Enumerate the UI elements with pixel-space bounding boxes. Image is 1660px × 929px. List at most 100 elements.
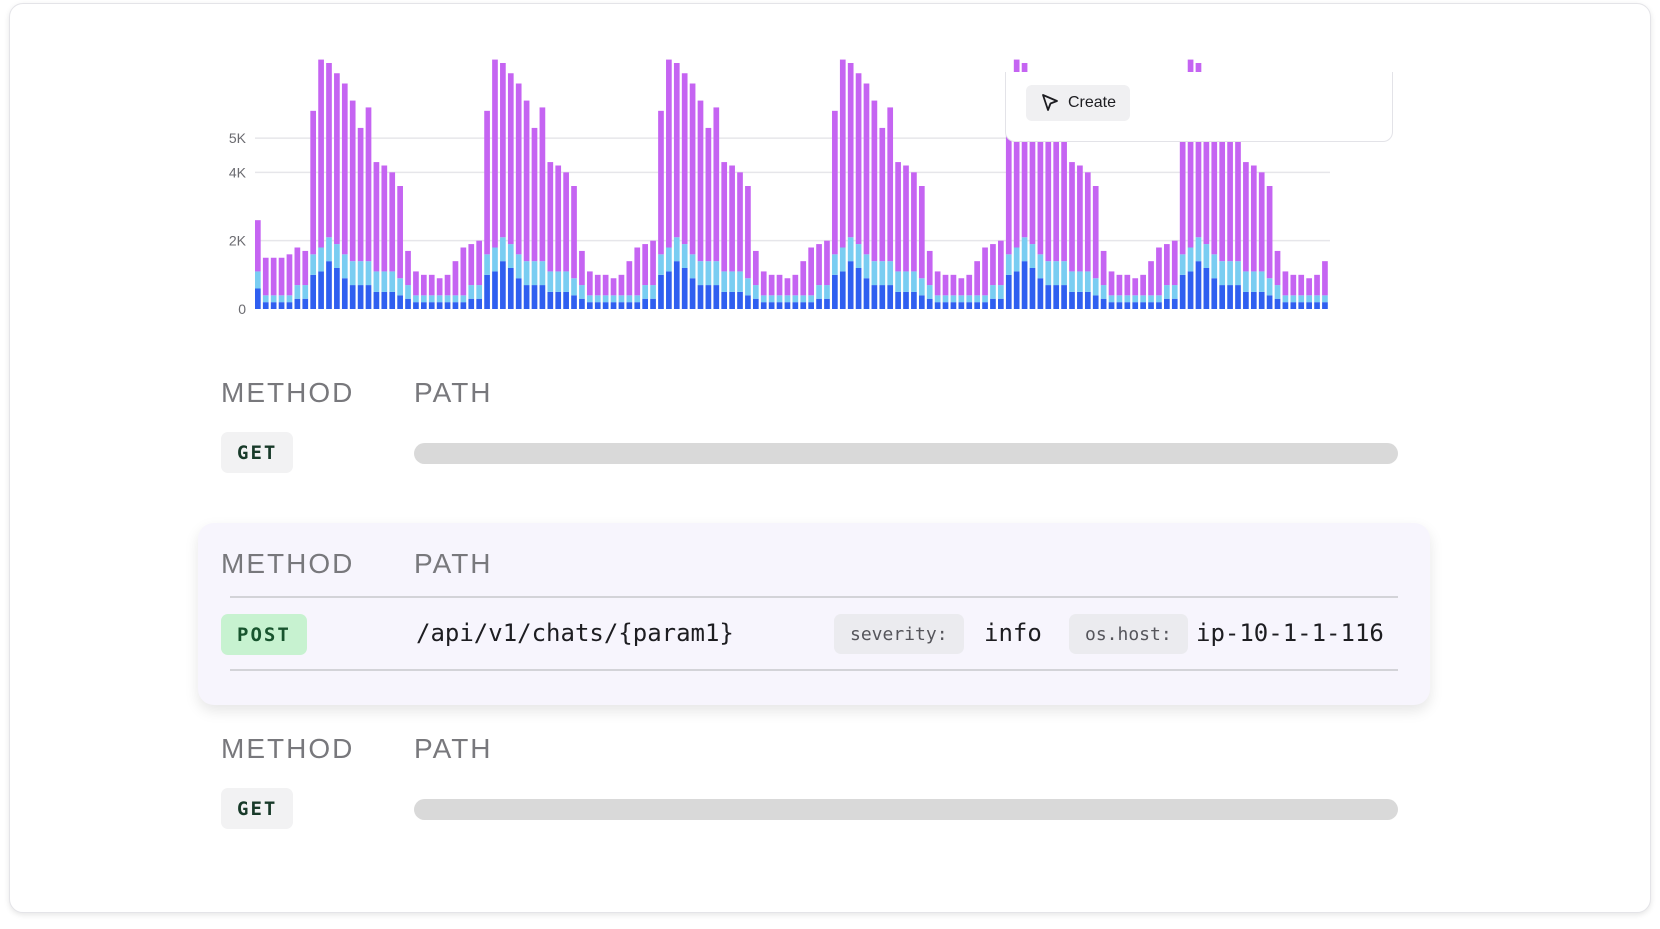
bar-segment (341, 254, 348, 279)
bar-segment (721, 291, 728, 309)
bar-segment (1092, 278, 1099, 296)
bar-segment (1061, 261, 1067, 286)
bar-segment (1013, 271, 1020, 309)
bar-segment (594, 274, 601, 296)
bar-segment (982, 295, 988, 303)
bar-segment (444, 302, 451, 309)
bar-segment (1005, 254, 1012, 275)
bar-segment (373, 271, 380, 292)
bar-segment (302, 250, 309, 286)
bar-segment (1037, 254, 1044, 279)
bar-segment (310, 254, 317, 275)
bar-segment (602, 295, 609, 303)
bar-segment (839, 247, 846, 272)
bar-segment (1164, 298, 1170, 309)
create-button[interactable]: Create (1026, 85, 1131, 121)
bar-segment (697, 285, 704, 309)
bar-segment (1266, 295, 1273, 309)
bar-segment (1322, 295, 1328, 303)
bar-segment (618, 302, 625, 309)
bar-segment (958, 302, 965, 309)
selected-route-card[interactable]: METHOD PATH POST /api/v1/chats/{param1} … (198, 523, 1430, 705)
bar-segment (484, 110, 490, 255)
bar-segment (650, 285, 656, 299)
bar-segment (468, 298, 475, 309)
bar-segment (1290, 274, 1297, 296)
bar-segment (903, 271, 909, 292)
bar-segment (436, 295, 443, 303)
route-path[interactable]: /api/v1/chats/{param1} (416, 619, 734, 647)
bar-segment (934, 295, 941, 303)
bar-segment (341, 83, 348, 255)
method-badge-get[interactable]: GET (221, 788, 294, 829)
bar-segment (255, 220, 261, 272)
bar-segment (302, 285, 309, 299)
bar-segment (586, 302, 593, 309)
bar-segment (1211, 278, 1218, 309)
bar-segment (357, 285, 364, 309)
bar-segment (950, 274, 957, 296)
bar-segment (594, 295, 601, 303)
bar-segment (586, 271, 593, 296)
bar-segment (808, 247, 814, 296)
bar-segment (460, 295, 467, 303)
bar-segment (863, 254, 870, 279)
bar-segment (887, 285, 894, 309)
bar-segment (768, 302, 775, 309)
bar-segment (745, 278, 751, 296)
bar-segment (1171, 285, 1178, 299)
bar-segment (507, 73, 514, 245)
bar-segment (966, 274, 973, 296)
bar-segment (484, 254, 490, 275)
path-placeholder-bar (414, 443, 1398, 464)
bar-segment (879, 261, 886, 286)
bar-segment (1140, 274, 1146, 296)
bar-segment (618, 295, 625, 303)
bar-segment (1156, 295, 1162, 303)
bar-segment (539, 285, 546, 309)
bar-segment (666, 247, 672, 272)
bar-segment (1243, 291, 1249, 309)
bar-segment (476, 285, 483, 299)
path-column-header: PATH (414, 733, 493, 764)
bar-segment (1243, 271, 1249, 292)
bar-segment (1077, 271, 1083, 292)
bar-segment (666, 59, 672, 248)
bar-segment (1084, 271, 1091, 292)
bar-segment (500, 261, 506, 309)
bar-segment (1045, 261, 1052, 286)
bar-segment (476, 240, 483, 286)
bar-segment (428, 302, 435, 309)
bar-segment (681, 244, 688, 268)
bar-segment (468, 285, 475, 299)
bar-segment (855, 73, 862, 245)
bar-segment (903, 165, 909, 272)
host-tag-value: ip-10-1-1-116 (1196, 619, 1384, 647)
bar-segment (1203, 268, 1210, 309)
bar-segment (1250, 291, 1257, 309)
bar-segment (523, 100, 530, 262)
bar-segment (1021, 237, 1028, 262)
bar-segment (389, 291, 396, 309)
bar-segment (602, 274, 609, 296)
bar-segment (270, 302, 277, 309)
bar-segment (863, 278, 870, 309)
bar-segment (713, 107, 720, 262)
bar-segment (1258, 291, 1265, 309)
bar-segment (1021, 261, 1028, 309)
bar-segment (1156, 302, 1162, 309)
bar-segment (460, 247, 467, 296)
bar-segment (1266, 278, 1273, 296)
bar-segment (594, 302, 601, 309)
method-badge-post[interactable]: POST (221, 614, 307, 655)
bar-segment (800, 295, 807, 303)
path-column-header: PATH (414, 377, 493, 408)
path-placeholder-bar (414, 799, 1398, 820)
path-column-header: PATH (414, 548, 493, 579)
bar-segment (436, 278, 443, 296)
bar-segment (571, 295, 577, 309)
method-badge-get[interactable]: GET (221, 432, 294, 473)
bar-segment (1195, 261, 1202, 309)
bar-segment (1069, 291, 1075, 309)
bar-segment (1108, 271, 1115, 296)
